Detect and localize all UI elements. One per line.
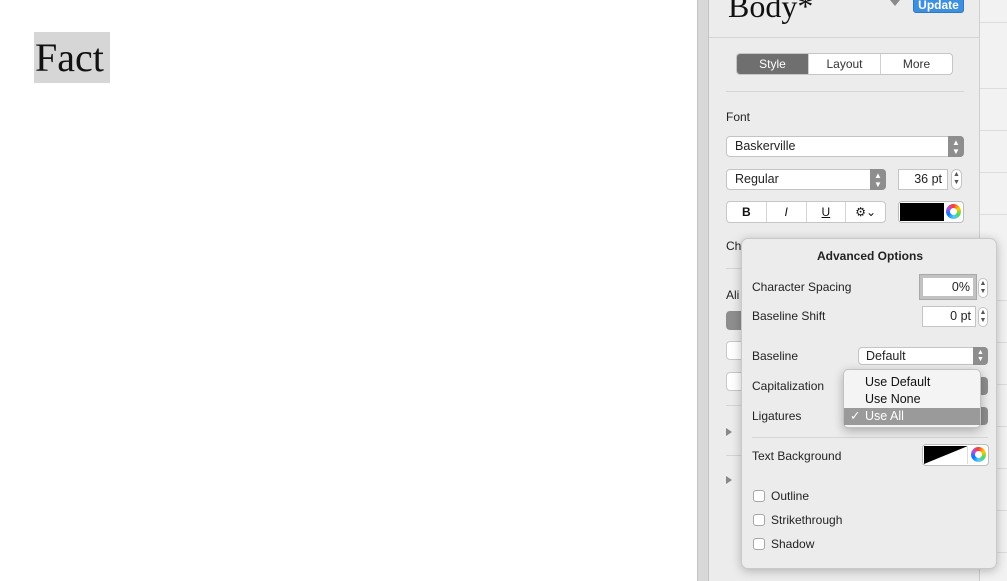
stepper-arrows-icon: ▲ ▼: [973, 347, 988, 365]
text-format-buttons: B I U ⚙⌄: [726, 201, 886, 223]
stepper-arrows-icon: ▲ ▼: [870, 169, 886, 190]
text-background-label: Text Background: [752, 449, 842, 463]
inspector-tabs: Style Layout More: [736, 53, 953, 75]
ligatures-menu: Use Default Use None ✓ Use All: [843, 369, 981, 428]
paragraph-style-name[interactable]: Body*: [728, 0, 813, 25]
baseline-shift-label: Baseline Shift: [752, 309, 826, 323]
italic-button[interactable]: I: [767, 202, 807, 222]
text-background-swatch[interactable]: [924, 446, 968, 464]
strikethrough-checkbox-row[interactable]: Strikethrough: [753, 513, 842, 527]
outline-checkbox[interactable]: [753, 490, 765, 502]
font-family-value: Baskerville: [735, 139, 796, 153]
capitalization-label: Capitalization: [752, 379, 825, 393]
tab-more[interactable]: More: [881, 54, 952, 74]
shadow-checkbox[interactable]: [753, 538, 765, 550]
divider: [752, 437, 988, 438]
character-spacing-field[interactable]: 0%: [920, 275, 976, 299]
disclosure-triangle-icon[interactable]: [726, 476, 732, 484]
bold-button[interactable]: B: [727, 202, 767, 222]
tab-style[interactable]: Style: [737, 54, 809, 74]
alignment-label: Ali: [726, 288, 740, 302]
document-canvas[interactable]: Fact: [0, 0, 697, 581]
baseline-popup[interactable]: Default ▲ ▼: [858, 347, 988, 365]
typeface-popup[interactable]: Regular ▲ ▼: [726, 169, 886, 190]
baseline-shift-field[interactable]: 0 pt: [922, 306, 976, 327]
baseline-label: Baseline: [752, 349, 799, 363]
strikethrough-label: Strikethrough: [771, 513, 843, 527]
checkmark-icon: ✓: [850, 409, 861, 423]
color-wheel-icon[interactable]: [946, 204, 961, 219]
disclosure-triangle-icon[interactable]: [726, 428, 732, 436]
ligatures-label: Ligatures: [752, 409, 802, 423]
strikethrough-checkbox[interactable]: [753, 514, 765, 526]
selected-text[interactable]: Fact: [34, 32, 110, 83]
character-spacing-stepper[interactable]: ▲ ▼: [978, 278, 988, 298]
popover-title: Advanced Options: [816, 249, 923, 263]
menu-item-use-all[interactable]: ✓ Use All: [844, 408, 980, 425]
font-family-popup[interactable]: Baskerville ▲ ▼: [726, 136, 964, 157]
stepper-arrows-icon: ▲ ▼: [948, 136, 964, 157]
tab-layout[interactable]: Layout: [809, 54, 881, 74]
font-section-label: Font: [726, 110, 751, 124]
underline-button[interactable]: U: [807, 202, 847, 222]
character-spacing-label: Character Spacing: [752, 280, 852, 294]
advanced-options-gear-button[interactable]: ⚙⌄: [846, 202, 885, 222]
color-wheel-icon[interactable]: [971, 447, 986, 462]
style-menu-caret-icon[interactable]: [890, 0, 900, 6]
outline-checkbox-row[interactable]: Outline: [753, 489, 809, 503]
font-size-field[interactable]: 36 pt: [898, 169, 948, 190]
shadow-checkbox-row[interactable]: Shadow: [753, 537, 814, 551]
pane-splitter[interactable]: [697, 0, 709, 581]
divider: [709, 37, 980, 38]
typeface-value: Regular: [735, 172, 779, 186]
shadow-label: Shadow: [771, 537, 815, 551]
text-background-color-well[interactable]: [922, 444, 989, 466]
baseline-value: Default: [866, 349, 906, 363]
font-size-stepper[interactable]: ▲ ▼: [951, 169, 962, 190]
character-styles-label: Ch: [726, 239, 742, 253]
menu-item-use-none[interactable]: Use None: [844, 391, 980, 408]
text-color-swatch[interactable]: [900, 203, 944, 221]
outline-label: Outline: [771, 489, 810, 503]
baseline-shift-stepper[interactable]: ▲ ▼: [978, 307, 988, 327]
update-button[interactable]: Update: [913, 0, 964, 13]
divider: [726, 91, 964, 92]
menu-item-use-default[interactable]: Use Default: [844, 374, 980, 391]
text-color-well[interactable]: [898, 201, 964, 223]
